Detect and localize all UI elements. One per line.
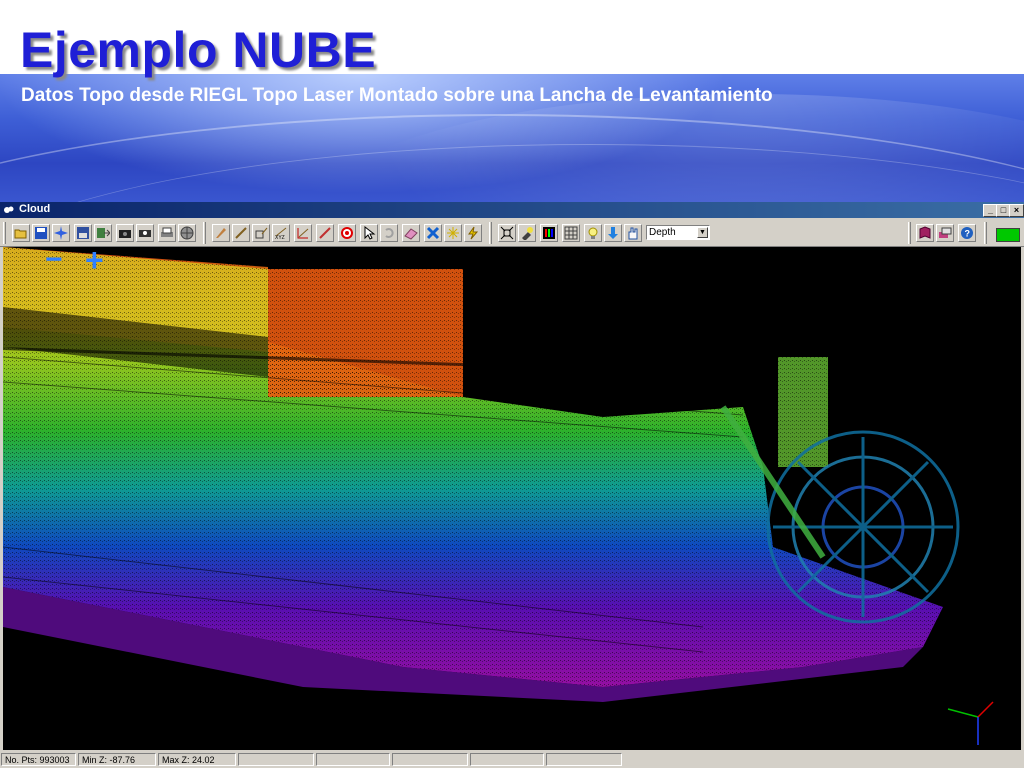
svg-text:?: ?: [965, 229, 971, 239]
status-pane: [470, 753, 544, 766]
color-mode-value: Depth: [649, 227, 676, 238]
chevron-down-icon[interactable]: ▼: [697, 227, 708, 238]
close-button[interactable]: ×: [1009, 204, 1024, 217]
toolbar-separator: [984, 222, 987, 244]
camera-icon[interactable]: [116, 224, 134, 242]
status-pane: [316, 753, 390, 766]
lightning-icon[interactable]: [464, 224, 482, 242]
point-cloud-render: [3, 247, 994, 745]
zoom-in-button[interactable]: +: [85, 247, 104, 276]
toolbar-separator: [908, 222, 911, 244]
toolbar-separator: [489, 222, 492, 244]
max-z-readout: Max Z: 24.02: [158, 753, 236, 766]
slide-title: Ejemplo NUBE: [20, 22, 377, 78]
measure-area-icon[interactable]: [252, 224, 270, 242]
slide-subtitle: Datos Topo desde RIEGL Topo Laser Montad…: [21, 85, 773, 106]
star-burst-icon[interactable]: [444, 224, 462, 242]
save-icon[interactable]: [32, 224, 50, 242]
svg-text:XYZ: XYZ: [275, 235, 285, 240]
app-icon: [4, 206, 14, 213]
measure-line-icon[interactable]: [232, 224, 250, 242]
pointer-icon[interactable]: [360, 224, 378, 242]
axis-gizmo: [947, 701, 994, 745]
target-icon[interactable]: [338, 224, 356, 242]
layers-icon[interactable]: [936, 224, 954, 242]
undo-icon[interactable]: [380, 224, 398, 242]
ruler-icon[interactable]: [316, 224, 334, 242]
help-icon[interactable]: ?: [958, 224, 976, 242]
status-pane: [392, 753, 468, 766]
book-icon[interactable]: [916, 224, 934, 242]
flashlight-icon[interactable]: [518, 224, 536, 242]
cloud-window: Cloud _ □ × XYZ Depth ▼ ? − + No. Pts: 9…: [0, 202, 1024, 768]
color-mode-select[interactable]: Depth ▼: [646, 225, 710, 240]
min-z-readout: Min Z: -87.76: [78, 753, 156, 766]
zoom-out-button[interactable]: −: [45, 247, 63, 275]
save-as-icon[interactable]: [74, 224, 92, 242]
burst-icon[interactable]: [52, 224, 70, 242]
close-x-icon[interactable]: [424, 224, 442, 242]
eraser-icon[interactable]: [402, 224, 420, 242]
status-pane: [546, 753, 622, 766]
status-pane: [238, 753, 314, 766]
point-count: No. Pts: 993003: [1, 753, 76, 766]
grid-draw-icon[interactable]: [294, 224, 312, 242]
hand-icon[interactable]: [624, 224, 642, 242]
open-folder-icon[interactable]: [12, 224, 30, 242]
down-arrow-icon[interactable]: [604, 224, 622, 242]
colorbar-icon[interactable]: [540, 224, 558, 242]
toolbar-grip[interactable]: [3, 222, 6, 244]
status-indicator: [996, 228, 1020, 242]
grid-box-icon[interactable]: [562, 224, 580, 242]
globe-icon[interactable]: [178, 224, 196, 242]
print-icon[interactable]: [158, 224, 176, 242]
window-titlebar[interactable]: Cloud _ □ ×: [0, 202, 1024, 218]
xyz-icon[interactable]: XYZ: [272, 224, 290, 242]
snapshot-icon[interactable]: [136, 224, 154, 242]
point-cloud-viewport[interactable]: − +: [3, 247, 1021, 750]
toolbar: XYZ Depth ▼ ?: [0, 218, 1024, 247]
window-title: Cloud: [19, 203, 51, 215]
export-icon[interactable]: [94, 224, 112, 242]
status-bar: No. Pts: 993003 Min Z: -87.76 Max Z: 24.…: [0, 752, 1024, 768]
fit-view-icon[interactable]: [498, 224, 516, 242]
toolbar-separator: [203, 222, 206, 244]
cursor-edit-icon[interactable]: [212, 224, 230, 242]
bulb-icon[interactable]: [584, 224, 602, 242]
